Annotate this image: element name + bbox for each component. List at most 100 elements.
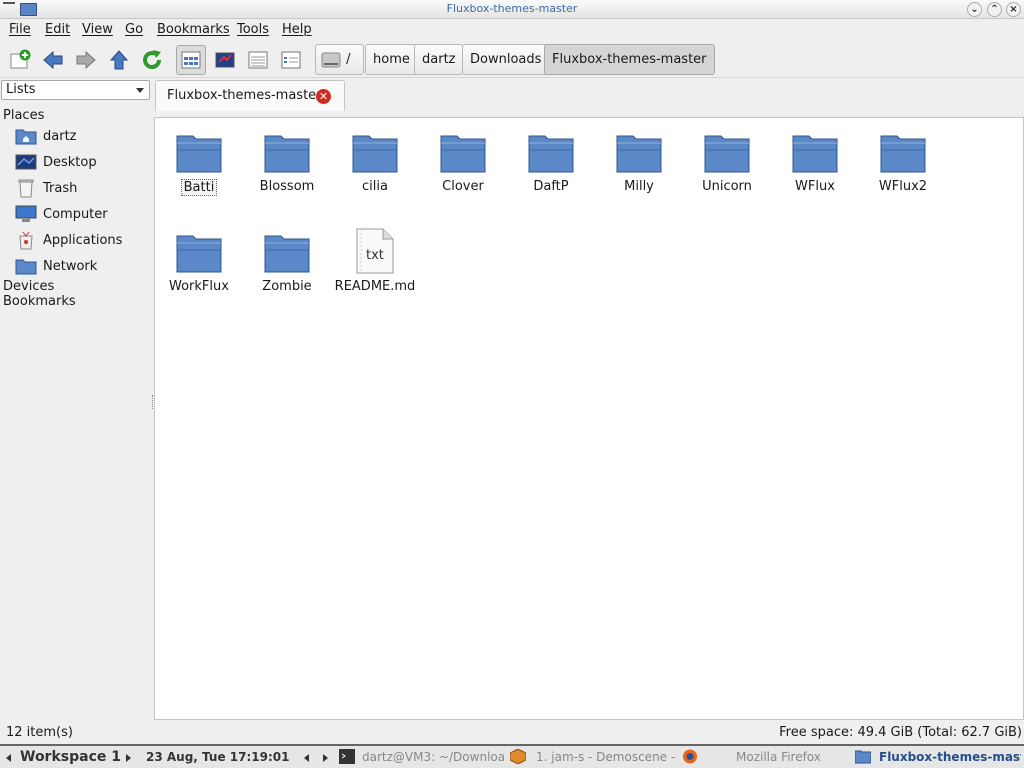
free-space: Free space: 49.4 GiB (Total: 62.7 GiB) xyxy=(779,725,1022,740)
firefox-icon xyxy=(683,749,697,764)
devices-heading[interactable]: Devices xyxy=(3,279,54,294)
file-item-zombie[interactable]: Zombie xyxy=(243,222,331,294)
file-name: DaftP xyxy=(533,179,569,194)
compact-view-button[interactable] xyxy=(243,45,273,75)
thumbnail-view-button[interactable] xyxy=(210,45,240,75)
clock: 23 Aug, Tue 17:19:01 xyxy=(146,750,290,764)
text-file-icon: txt xyxy=(331,222,419,274)
hexchat-icon xyxy=(510,749,526,764)
menu-help[interactable]: Help xyxy=(282,22,312,37)
file-name: Unicorn xyxy=(702,179,752,194)
file-item-unicorn[interactable]: Unicorn xyxy=(683,122,771,194)
tab-label: Fluxbox-themes-master xyxy=(167,88,322,103)
breadcrumb-home[interactable]: home xyxy=(365,44,418,75)
compact-view-icon xyxy=(248,51,268,69)
workspace-name[interactable]: Workspace 1 xyxy=(20,749,121,765)
file-item-batti[interactable]: Batti xyxy=(155,122,243,196)
place-network[interactable]: Network xyxy=(15,255,97,277)
thumbnail-view-icon xyxy=(215,52,235,68)
icon-view-icon xyxy=(181,51,201,69)
menu-file[interactable]: File xyxy=(9,22,31,37)
file-name: WFlux xyxy=(795,179,835,194)
file-item-workflux[interactable]: WorkFlux xyxy=(155,222,243,294)
file-item-blossom[interactable]: Blossom xyxy=(243,122,331,194)
file-item-readme[interactable]: txt README.md xyxy=(331,222,419,294)
forward-button[interactable] xyxy=(71,45,101,75)
home-folder-icon xyxy=(15,126,37,146)
folder-icon xyxy=(616,135,662,173)
place-applications[interactable]: Applications xyxy=(15,229,122,251)
trash-icon xyxy=(15,178,37,198)
file-item-daftp[interactable]: DaftP xyxy=(507,122,595,194)
menu-go[interactable]: Go xyxy=(125,22,143,37)
folder-icon xyxy=(440,135,486,173)
bookmarks-heading[interactable]: Bookmarks xyxy=(3,294,76,309)
up-button[interactable] xyxy=(104,45,134,75)
file-name: WorkFlux xyxy=(169,279,229,294)
computer-icon xyxy=(15,204,37,224)
task-file-manager[interactable]: Fluxbox-themes-maste xyxy=(879,750,1021,764)
detailed-list-view-icon xyxy=(281,51,301,69)
icon-view-button[interactable] xyxy=(176,45,206,75)
menu-edit[interactable]: Edit xyxy=(45,22,70,37)
reload-icon xyxy=(143,50,162,70)
file-name: README.md xyxy=(334,279,416,294)
file-view[interactable]: Batti Blossom cilia Clover DaftP Milly U… xyxy=(154,117,1024,720)
forward-icon xyxy=(76,50,96,70)
breadcrumb-root[interactable]: / xyxy=(315,44,364,75)
menu-view[interactable]: View xyxy=(82,22,113,37)
place-dartz[interactable]: dartz xyxy=(15,125,76,147)
minimize-button[interactable]: ⌄ xyxy=(967,2,982,17)
task-next-icon[interactable] xyxy=(323,754,328,762)
task-firefox[interactable]: Mozilla Firefox xyxy=(736,750,846,764)
file-item-milly[interactable]: Milly xyxy=(595,122,683,194)
folder-icon xyxy=(528,135,574,173)
file-name: Zombie xyxy=(262,279,312,294)
place-trash[interactable]: Trash xyxy=(15,177,77,199)
side-pane-mode-select[interactable]: Lists xyxy=(1,80,150,100)
workspace-prev-icon[interactable] xyxy=(6,754,11,762)
folder-icon xyxy=(176,135,222,173)
reload-button[interactable] xyxy=(137,45,167,75)
network-icon xyxy=(15,256,37,276)
file-item-wflux2[interactable]: WFlux2 xyxy=(859,122,947,194)
detailed-list-view-button[interactable] xyxy=(276,45,306,75)
folder-icon xyxy=(792,135,838,173)
file-type-badge: txt xyxy=(366,248,384,263)
file-item-cilia[interactable]: cilia xyxy=(331,122,419,194)
place-desktop[interactable]: Desktop xyxy=(15,151,97,173)
place-label: Applications xyxy=(43,232,123,248)
place-label: dartz xyxy=(43,128,77,144)
up-icon xyxy=(109,50,129,70)
workspace-next-icon[interactable] xyxy=(126,754,131,762)
file-manager-icon xyxy=(855,750,871,764)
new-folder-button[interactable] xyxy=(5,45,35,75)
file-item-clover[interactable]: Clover xyxy=(419,122,507,194)
breadcrumb-downloads[interactable]: Downloads xyxy=(462,44,550,75)
close-tab-icon[interactable]: ✕ xyxy=(316,89,331,104)
tab-fluxbox-themes-master[interactable]: Fluxbox-themes-master ✕ xyxy=(155,80,345,111)
place-computer[interactable]: Computer xyxy=(15,203,108,225)
desktop-icon xyxy=(15,152,37,172)
back-button[interactable] xyxy=(38,45,68,75)
task-prev-icon[interactable] xyxy=(304,754,309,762)
breadcrumb-root-label: / xyxy=(346,52,351,67)
folder-icon xyxy=(352,135,398,173)
breadcrumb-current[interactable]: Fluxbox-themes-master xyxy=(544,44,715,75)
places-heading[interactable]: Places xyxy=(3,108,44,123)
new-folder-icon xyxy=(10,49,31,69)
close-window-button[interactable]: × xyxy=(1006,2,1021,17)
menu-bookmarks[interactable]: Bookmarks xyxy=(157,22,230,37)
maximize-button[interactable]: ⌃ xyxy=(987,2,1002,17)
breadcrumb-dartz[interactable]: dartz xyxy=(414,44,464,75)
taskbar: Workspace 1 23 Aug, Tue 17:19:01 dartz@V… xyxy=(0,744,1024,768)
file-item-wflux[interactable]: WFlux xyxy=(771,122,859,194)
folder-icon xyxy=(704,135,750,173)
chevron-down-icon xyxy=(136,88,144,93)
task-terminal[interactable]: dartz@VM3: ~/Download xyxy=(362,750,504,764)
file-name: cilia xyxy=(362,179,388,194)
tab-bar: Fluxbox-themes-master ✕ xyxy=(154,79,1024,111)
task-hexchat[interactable]: 1. jam-s - Demoscene - C xyxy=(536,750,676,764)
menu-tools[interactable]: Tools xyxy=(237,22,269,37)
place-label: Desktop xyxy=(43,154,97,170)
